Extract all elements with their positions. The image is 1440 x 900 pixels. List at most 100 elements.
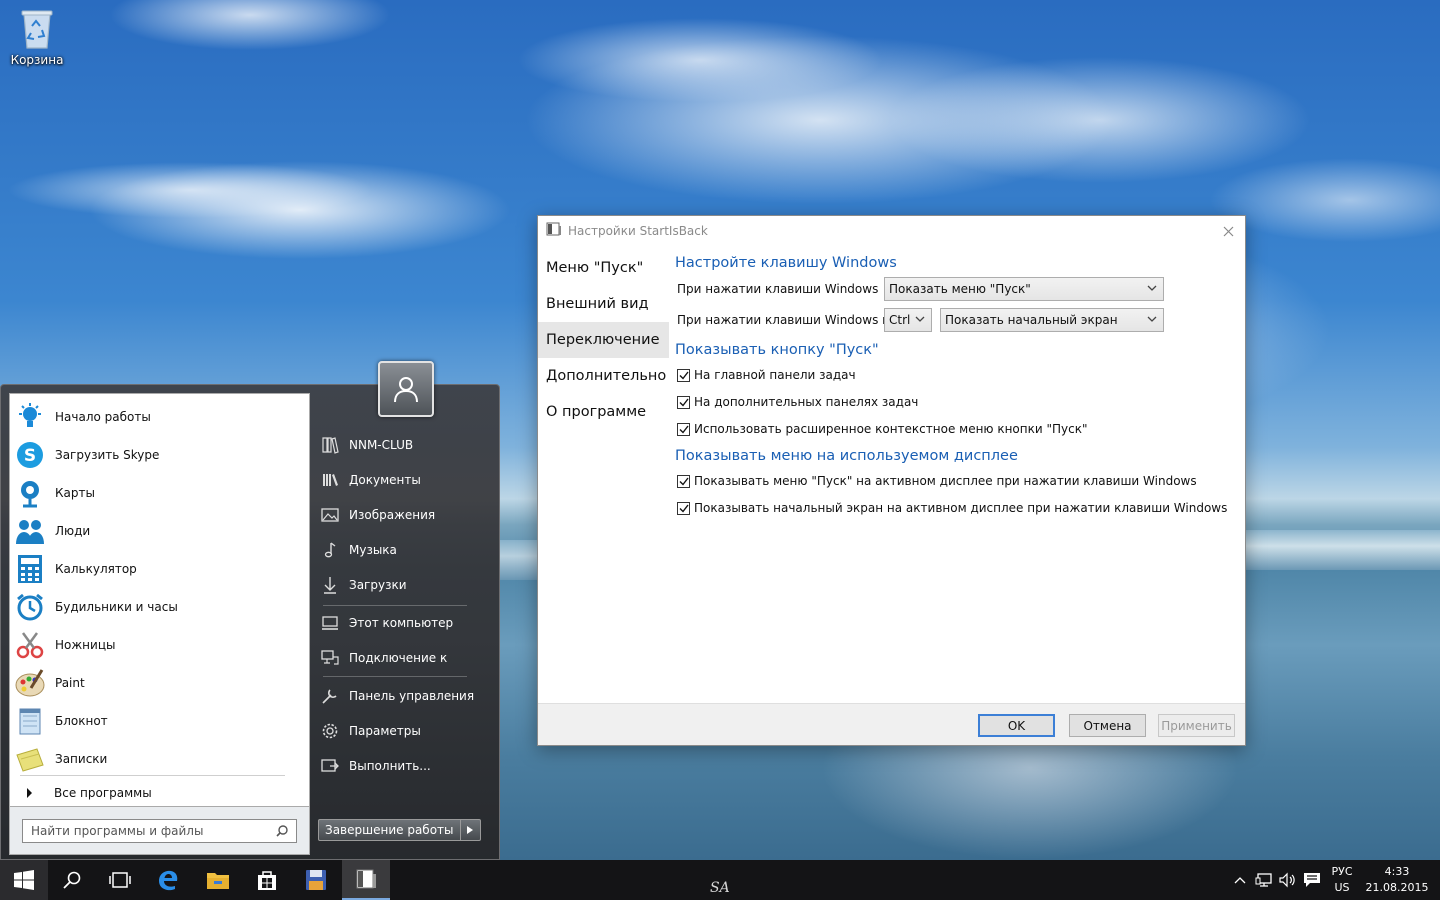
network-tray-button[interactable] xyxy=(1253,860,1275,900)
start-item-maps[interactable]: Карты xyxy=(10,474,310,512)
file-explorer-icon xyxy=(207,873,229,889)
start-right-pictures[interactable]: Изображения xyxy=(319,500,489,530)
chevron-up-icon xyxy=(1234,877,1246,884)
start-item-snipping[interactable]: Ножницы xyxy=(10,626,310,664)
start-right-run[interactable]: Выполнить... xyxy=(319,751,489,781)
section-active-display-title: Показывать меню на используемом дисплее xyxy=(675,448,1018,464)
floppy-save-icon xyxy=(306,870,326,890)
taskbar-file-explorer[interactable] xyxy=(194,860,242,900)
arrow-right-icon xyxy=(27,788,32,798)
water-reflection xyxy=(820,745,1240,860)
modifier-key-select[interactable]: Ctrl xyxy=(884,308,932,332)
start-right-control-panel[interactable]: Панель управления xyxy=(319,681,489,711)
cancel-button[interactable]: Отмена xyxy=(1069,714,1146,737)
nav-switching[interactable]: Переключение xyxy=(538,322,669,358)
dialog-titlebar[interactable]: Настройки StartIsBack xyxy=(538,216,1245,246)
action-center-button[interactable] xyxy=(1301,860,1323,900)
right-item-label: Музыка xyxy=(349,543,397,557)
start-item-label: Начало работы xyxy=(55,410,151,424)
notepad-icon xyxy=(13,704,47,738)
start-item-calculator[interactable]: Калькулятор xyxy=(10,550,310,588)
dialog-footer: OK Отмена Применить xyxy=(538,703,1245,745)
start-right-music[interactable]: Музыка xyxy=(319,535,489,565)
taskbar-store[interactable] xyxy=(243,860,291,900)
win-key-action-select[interactable]: Показать меню "Пуск" xyxy=(884,277,1164,301)
recycle-bin-shortcut[interactable]: Корзина xyxy=(8,6,66,67)
right-item-label: Параметры xyxy=(349,724,421,738)
nav-appearance[interactable]: Внешний вид xyxy=(538,286,669,322)
keyboard-layout: US xyxy=(1334,881,1350,894)
language-code: РУС xyxy=(1331,865,1353,878)
start-item-sticky-notes[interactable]: Записки xyxy=(10,740,310,778)
nav-start-menu[interactable]: Меню "Пуск" xyxy=(538,250,669,286)
start-right-connect-to[interactable]: Подключение к xyxy=(319,643,489,673)
close-button[interactable] xyxy=(1219,222,1237,240)
clock-button[interactable]: 4:33 21.08.2015 xyxy=(1364,860,1430,900)
apply-button[interactable]: Применить xyxy=(1158,714,1235,737)
start-item-label: Люди xyxy=(55,524,91,538)
input-language-button[interactable]: РУС US xyxy=(1326,860,1358,900)
checkbox-label: На главной панели задач xyxy=(694,368,856,382)
lightbulb-icon xyxy=(13,400,47,434)
start-item-skype[interactable]: S Загрузить Skype xyxy=(10,436,310,474)
win-ctrl-action-select[interactable]: Показать начальный экран xyxy=(940,308,1164,332)
all-programs-item[interactable]: Все программы xyxy=(10,781,310,805)
start-right-downloads[interactable]: Загрузки xyxy=(319,570,489,600)
start-search-input[interactable]: Найти программы и файлы xyxy=(22,819,297,843)
checkbox-label: Использовать расширенное контекстное мен… xyxy=(694,422,1088,436)
start-item-alarms[interactable]: Будильники и часы xyxy=(10,588,310,626)
settings-gear-icon xyxy=(319,722,341,740)
notifications-icon xyxy=(1304,873,1320,887)
taskbar-search-button[interactable] xyxy=(48,860,96,900)
computer-icon xyxy=(319,615,341,631)
store-icon xyxy=(258,871,276,890)
checkbox-menu-active-display[interactable]: Показывать меню "Пуск" на активном диспл… xyxy=(677,474,1197,488)
recycle-bin-label: Корзина xyxy=(10,53,64,67)
checkbox-extended-context-menu[interactable]: Использовать расширенное контекстное мен… xyxy=(677,422,1088,436)
start-item-people[interactable]: Люди xyxy=(10,512,310,550)
network-icon xyxy=(1255,873,1272,887)
start-button[interactable] xyxy=(0,860,48,900)
user-avatar[interactable] xyxy=(378,361,434,417)
start-right-settings[interactable]: Параметры xyxy=(319,716,489,746)
win-ctrl-label: При нажатии клавиши Windows и xyxy=(677,313,890,327)
start-item-getting-started[interactable]: Начало работы xyxy=(10,398,310,436)
start-right-user-folder[interactable]: NNM-CLUB xyxy=(319,430,489,460)
dialog-title: Настройки StartIsBack xyxy=(568,224,708,238)
sea-horizon-left xyxy=(500,540,540,580)
maps-icon xyxy=(13,476,47,510)
checkbox-checked-icon xyxy=(677,395,690,409)
alarm-clock-icon xyxy=(13,590,47,624)
start-right-this-pc[interactable]: Этот компьютер xyxy=(319,608,489,638)
task-view-button[interactable] xyxy=(96,860,144,900)
checkbox-checked-icon xyxy=(677,474,690,488)
shutdown-button[interactable]: Завершение работы xyxy=(318,819,461,841)
taskbar-save-app[interactable] xyxy=(292,860,340,900)
taskbar-edge[interactable] xyxy=(144,860,192,900)
checkbox-main-taskbar[interactable]: На главной панели задач xyxy=(677,368,856,382)
close-icon xyxy=(1223,226,1233,236)
edge-icon xyxy=(159,870,178,891)
start-item-notepad[interactable]: Блокнот xyxy=(10,702,310,740)
start-item-label: Записки xyxy=(55,752,108,766)
taskbar-startisback[interactable] xyxy=(342,860,390,900)
show-hidden-icons-button[interactable] xyxy=(1230,860,1250,900)
nav-about[interactable]: О программе xyxy=(538,394,669,430)
shutdown-control: Завершение работы xyxy=(318,819,481,841)
start-item-paint[interactable]: Paint xyxy=(10,664,310,702)
volume-tray-button[interactable] xyxy=(1277,860,1299,900)
shutdown-options-button[interactable] xyxy=(460,819,481,841)
checkbox-label: Показывать меню "Пуск" на активном диспл… xyxy=(694,474,1197,488)
checkbox-startscreen-active-display[interactable]: Показывать начальный экран на активном д… xyxy=(677,501,1227,515)
run-icon xyxy=(319,758,341,774)
start-item-label: Блокнот xyxy=(55,714,108,728)
start-right-documents[interactable]: Документы xyxy=(319,465,489,495)
section-start-button-title: Показывать кнопку "Пуск" xyxy=(675,342,879,358)
clock-date: 21.08.2015 xyxy=(1365,881,1429,894)
win-ctrl-action-value: Показать начальный экран xyxy=(945,313,1118,327)
checkbox-secondary-taskbars[interactable]: На дополнительных панелях задач xyxy=(677,395,918,409)
ok-button[interactable]: OK xyxy=(978,714,1055,737)
chevron-down-icon xyxy=(1147,316,1157,322)
nav-advanced[interactable]: Дополнительно xyxy=(538,358,669,394)
right-item-label: Панель управления xyxy=(349,689,475,703)
